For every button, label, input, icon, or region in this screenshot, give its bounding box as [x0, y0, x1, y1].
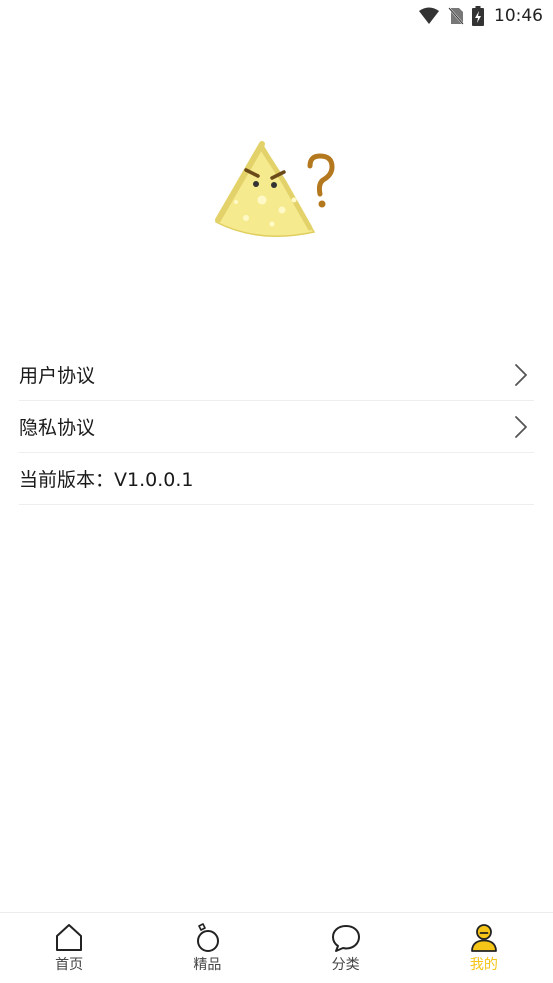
nav-label-home: 首页	[55, 957, 84, 973]
nav-label-mine: 我的	[469, 957, 498, 973]
status-time: 10:46	[494, 6, 543, 26]
nav-item-home[interactable]: 首页	[0, 913, 138, 983]
cheese-question-logo	[214, 141, 335, 237]
nav-item-featured[interactable]: 精品	[138, 913, 276, 983]
wifi-icon	[419, 7, 439, 24]
home-icon	[56, 924, 83, 951]
chat-bubble-icon	[331, 925, 360, 952]
nav-item-mine[interactable]: 我的	[415, 913, 553, 983]
battery-charging-icon	[472, 6, 484, 26]
ring-icon	[197, 923, 220, 952]
user-agreement-label: 用户协议	[19, 365, 96, 387]
version-label: 当前版本：V1.0.0.1	[19, 469, 194, 491]
privacy-policy-row[interactable]: 隐私协议	[19, 401, 534, 453]
privacy-policy-label: 隐私协议	[19, 417, 96, 439]
status-bar: 10:46	[0, 0, 553, 32]
no-sim-icon	[448, 7, 464, 25]
chevron-right-icon	[515, 415, 527, 438]
nav-item-category[interactable]: 分类	[277, 913, 415, 983]
settings-list: 用户协议 隐私协议 当前版本：V1.0.0.1	[19, 349, 534, 505]
nav-label-featured: 精品	[193, 957, 222, 973]
user-agreement-row[interactable]: 用户协议	[19, 349, 534, 401]
chevron-right-icon	[515, 363, 527, 386]
profile-icon	[470, 924, 497, 952]
nav-label-category: 分类	[331, 957, 360, 973]
bottom-nav: 首页 精品 分类 我的	[0, 912, 553, 983]
version-row: 当前版本：V1.0.0.1	[19, 453, 534, 505]
